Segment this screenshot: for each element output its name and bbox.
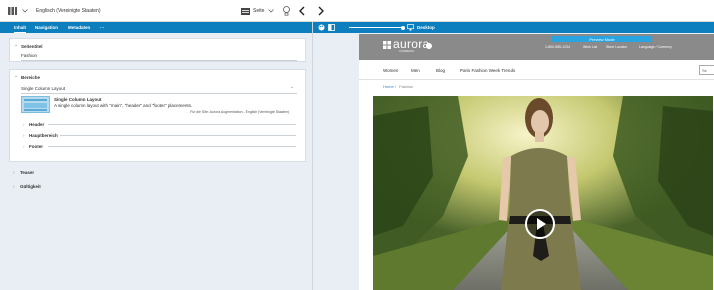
expand-right-icon[interactable]: [318, 6, 324, 16]
tab-more-menu[interactable]: ···: [100, 25, 105, 30]
page-view-icon[interactable]: [241, 6, 250, 16]
nav-women[interactable]: Women: [383, 68, 398, 73]
chevron-down-icon[interactable]: ⌄: [14, 43, 18, 48]
monitor-icon: [407, 24, 414, 33]
chevron-right-icon[interactable]: ›: [23, 144, 25, 149]
layout-toggle-icon[interactable]: [328, 24, 335, 33]
chevron-right-icon[interactable]: ›: [13, 170, 15, 175]
tab-navigation[interactable]: Navigation: [35, 25, 58, 30]
wish-list-link[interactable]: Wish List: [583, 45, 597, 49]
layout-thumbnail: [21, 96, 50, 113]
layout-select[interactable]: Single Column Layout: [21, 86, 65, 91]
preview-mode-label: Preview Mode: [589, 36, 615, 42]
page-title-field[interactable]: Fashion: [21, 53, 37, 58]
top-toolbar: Englisch (Vereinigte Staaten) Seite: [0, 0, 714, 22]
logo-tagline: COMMERCE: [399, 50, 414, 53]
chevron-down-icon[interactable]: ⌄: [290, 85, 294, 90]
nav-paris-fashion-week[interactable]: Paris Fashion Week Trends: [460, 68, 515, 73]
section-title[interactable]: Seitentitel: [21, 44, 43, 49]
logo-dot-icon: [426, 43, 432, 49]
site-logo[interactable]: aurora: [393, 37, 430, 51]
slider-handle[interactable]: [401, 25, 405, 30]
search-placeholder: Se: [702, 68, 707, 73]
chevron-down-icon[interactable]: [22, 6, 28, 16]
placement-hauptbereich[interactable]: Hauptbereich: [29, 133, 58, 138]
logo-icon: [383, 41, 391, 51]
chevron-right-icon[interactable]: ›: [23, 133, 25, 138]
hero-video[interactable]: [373, 96, 713, 290]
play-button[interactable]: [525, 209, 555, 239]
section-teaser[interactable]: Teaser: [20, 170, 34, 175]
layout-site-note: Für die Site: Aurora Augmentation - Engl…: [190, 110, 290, 114]
language-selector[interactable]: Englisch (Vereinigte Staaten): [36, 8, 100, 14]
placement-footer[interactable]: Footer: [29, 144, 43, 149]
palette-icon[interactable]: [318, 24, 325, 33]
field-underline: [21, 60, 297, 61]
language-currency-link[interactable]: Language / Currency: [639, 45, 672, 49]
preview-pane: Desktop Preview Mode aurora COMMERCE 1-8…: [312, 22, 714, 290]
layout-name: Single Column Layout: [54, 97, 102, 102]
chevron-right-icon[interactable]: ›: [23, 122, 25, 127]
preview-toolbar: Desktop: [313, 22, 714, 33]
nav-men[interactable]: Men: [411, 68, 420, 73]
site-nav: Women Men Blog Paris Fashion Week Trends…: [359, 60, 714, 80]
website-preview: Preview Mode aurora COMMERCE 1-800-555-1…: [359, 34, 714, 290]
placement-divider: [48, 146, 296, 147]
editor-tab-bar: Inhalt Navigation Metadaten ···: [0, 22, 312, 33]
collapse-left-icon[interactable]: [299, 6, 305, 16]
preview-mode-banner: Preview Mode: [552, 36, 652, 42]
play-icon: [537, 218, 546, 230]
tab-metadaten[interactable]: Metadaten: [68, 25, 90, 30]
placement-header[interactable]: Header: [29, 122, 44, 127]
library-icon[interactable]: [8, 6, 17, 16]
lightbulb-icon[interactable]: [283, 6, 290, 16]
device-label[interactable]: Desktop: [417, 25, 435, 30]
store-locator-link[interactable]: Store Locator: [606, 45, 627, 49]
tab-inhalt[interactable]: Inhalt: [14, 25, 26, 33]
section-bereiche: ⌄ Bereiche Single Column Layout ⌄ Single…: [9, 69, 306, 162]
phone-number: 1-800-555-1234: [545, 45, 570, 49]
chevron-down-icon[interactable]: ⌄: [14, 74, 18, 79]
layout-description: A single column layout with "main", "hea…: [54, 103, 193, 108]
content-editor-pane: Inhalt Navigation Metadaten ··· ⌄ Seiten…: [0, 22, 312, 290]
section-title[interactable]: Bereiche: [21, 75, 40, 80]
chevron-down-icon[interactable]: [268, 6, 274, 16]
chevron-right-icon[interactable]: ›: [13, 184, 15, 189]
view-selector[interactable]: Seite: [253, 8, 264, 14]
search-input[interactable]: Se: [699, 65, 714, 75]
device-width-slider[interactable]: [349, 27, 403, 28]
section-seitentitel: ⌄ Seitentitel Fashion: [9, 38, 306, 62]
placement-divider: [48, 124, 296, 125]
breadcrumb-home[interactable]: Home: [383, 84, 394, 89]
select-underline: [21, 93, 297, 94]
section-gueltigkeit[interactable]: Gültigkeit: [20, 184, 41, 189]
nav-blog[interactable]: Blog: [436, 68, 445, 73]
video-frame-image: [373, 96, 713, 290]
breadcrumb-separator: /: [395, 84, 397, 89]
placement-divider: [60, 135, 296, 136]
site-header: Preview Mode aurora COMMERCE 1-800-555-1…: [359, 34, 714, 60]
breadcrumb-current: Fashion: [399, 84, 414, 89]
